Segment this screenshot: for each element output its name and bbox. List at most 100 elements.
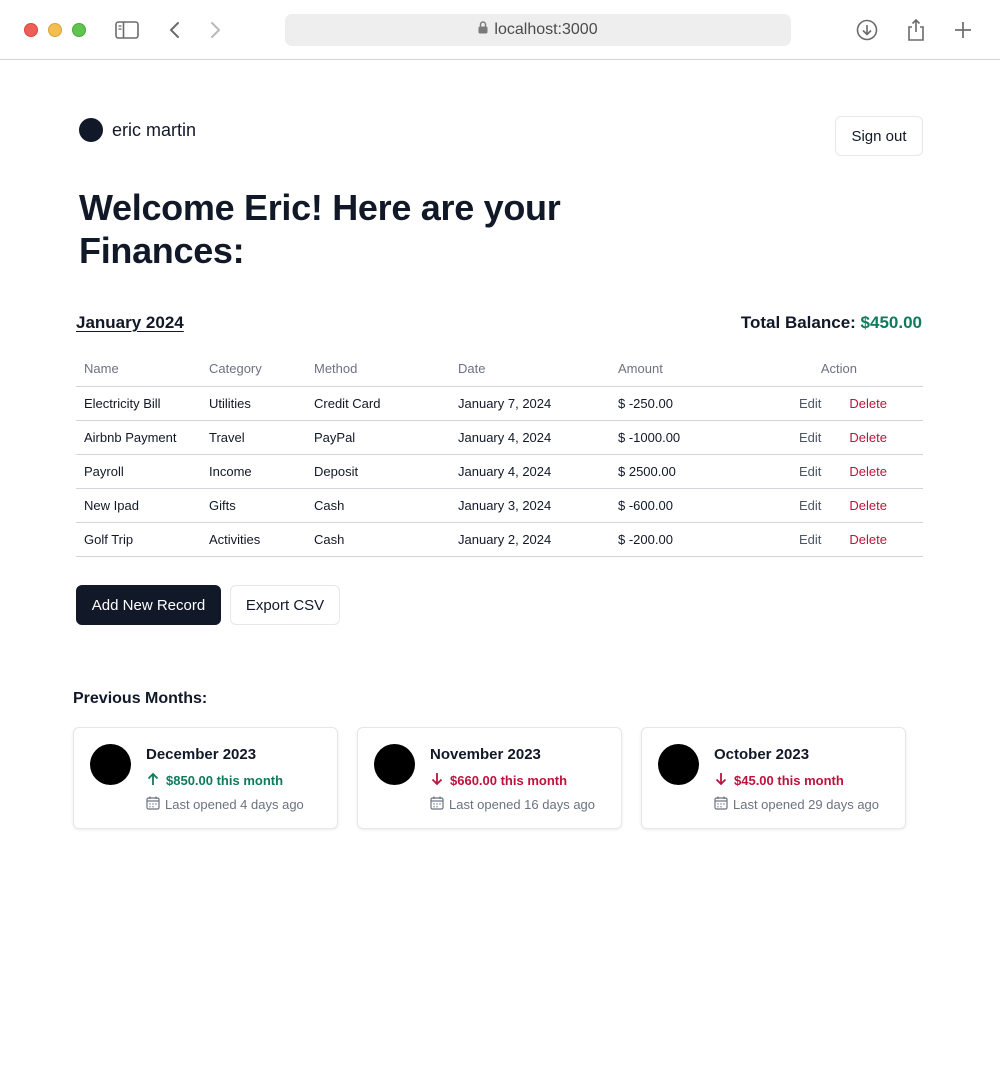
month-card-last-opened-text: Last opened 4 days ago [165, 797, 304, 812]
share-icon[interactable] [904, 18, 928, 42]
user-name: eric martin [112, 119, 197, 140]
month-card-title: December 2023 [146, 746, 257, 763]
cell-date: January 4, 2024 [450, 420, 610, 455]
cell-name: Golf Trip [76, 522, 201, 557]
table-row: Payroll Income Deposit January 4, 2024 $… [76, 454, 923, 489]
delete-link[interactable]: Delete [835, 386, 923, 421]
previous-months-title: Previous Months: [73, 690, 208, 707]
column-header-amount: Amount [610, 352, 760, 387]
month-card-last-opened-text: Last opened 29 days ago [733, 797, 880, 812]
page-title: Welcome Eric! Here are your Finances: [79, 187, 561, 271]
cell-category: Gifts [201, 488, 306, 523]
add-new-record-button[interactable]: Add New Record [76, 585, 221, 625]
month-card-avatar [658, 744, 699, 785]
cell-category: Income [201, 454, 306, 489]
address-bar[interactable]: localhost:3000 [285, 14, 791, 46]
cell-amount: $ 2500.00 [610, 454, 760, 489]
month-card-avatar [90, 744, 131, 785]
cell-amount: $ -1000.00 [610, 420, 760, 455]
month-card-change-text: $850.00 this month [166, 773, 284, 788]
calendar-icon [430, 796, 444, 813]
edit-link[interactable]: Edit [760, 488, 836, 523]
cell-method: Deposit [306, 454, 450, 489]
cell-date: January 4, 2024 [450, 454, 610, 489]
new-tab-plus-icon[interactable] [951, 18, 975, 42]
column-header-date: Date [450, 352, 610, 387]
cell-category: Utilities [201, 386, 306, 421]
avatar [79, 118, 103, 142]
month-card-change: $45.00 this month [714, 772, 844, 789]
delete-link[interactable]: Delete [835, 488, 923, 523]
export-csv-button[interactable]: Export CSV [230, 585, 340, 625]
month-card-avatar [374, 744, 415, 785]
cell-amount: $ -600.00 [610, 488, 760, 523]
delete-link[interactable]: Delete [835, 522, 923, 557]
current-month-title[interactable]: January 2024 [76, 313, 184, 333]
forward-arrow-icon[interactable] [203, 18, 227, 42]
sidebar-toggle-icon[interactable] [115, 18, 139, 42]
total-balance: Total Balance: $450.00 [741, 313, 922, 333]
cell-method: Cash [306, 522, 450, 557]
table-row: Airbnb Payment Travel PayPal January 4, … [76, 420, 923, 455]
month-card[interactable]: October 2023 $45.00 this month Last open… [641, 727, 906, 829]
edit-link[interactable]: Edit [760, 522, 836, 557]
cell-name: Electricity Bill [76, 386, 201, 421]
arrow-down-icon [714, 772, 728, 789]
previous-months-list: December 2023 $850.00 this month Last op… [73, 727, 906, 829]
month-card-change-text: $45.00 this month [734, 773, 844, 788]
column-header-action: Action [760, 352, 923, 387]
cell-name: New Ipad [76, 488, 201, 523]
month-card-title: November 2023 [430, 746, 541, 763]
cell-method: PayPal [306, 420, 450, 455]
edit-link[interactable]: Edit [760, 420, 836, 455]
cell-method: Credit Card [306, 386, 450, 421]
month-card[interactable]: November 2023 $660.00 this month Last op… [357, 727, 622, 829]
total-balance-value: $450.00 [860, 313, 922, 332]
month-card-title: October 2023 [714, 746, 810, 763]
month-card-last-opened: Last opened 29 days ago [714, 796, 879, 813]
calendar-icon [714, 796, 728, 813]
zoom-window-button[interactable] [72, 23, 86, 37]
arrow-up-icon [146, 772, 160, 789]
month-card-last-opened: Last opened 16 days ago [430, 796, 595, 813]
month-card-change: $660.00 this month [430, 772, 567, 789]
user-profile: eric martin [79, 118, 196, 142]
month-card-last-opened-text: Last opened 16 days ago [449, 797, 596, 812]
month-card-last-opened: Last opened 4 days ago [146, 796, 304, 813]
browser-toolbar: localhost:3000 [0, 0, 1000, 60]
delete-link[interactable]: Delete [835, 454, 923, 489]
edit-link[interactable]: Edit [760, 386, 836, 421]
cell-category: Activities [201, 522, 306, 557]
arrow-down-icon [430, 772, 444, 789]
table-row: Electricity Bill Utilities Credit Card J… [76, 386, 923, 421]
cell-amount: $ -200.00 [610, 522, 760, 557]
table-header-row: Name Category Method Date Amount Action [76, 352, 923, 387]
column-header-name: Name [76, 352, 201, 387]
download-icon[interactable] [855, 18, 879, 42]
close-window-button[interactable] [24, 23, 38, 37]
table-row: New Ipad Gifts Cash January 3, 2024 $ -6… [76, 488, 923, 523]
total-balance-label: Total Balance: [740, 313, 856, 332]
url-text: localhost:3000 [494, 21, 598, 38]
cell-category: Travel [201, 420, 306, 455]
cell-date: January 2, 2024 [450, 522, 610, 557]
column-header-category: Category [201, 352, 306, 387]
calendar-icon [146, 796, 160, 813]
minimize-window-button[interactable] [48, 23, 62, 37]
month-card-change-text: $660.00 this month [450, 773, 568, 788]
month-card-change: $850.00 this month [146, 772, 283, 789]
month-card[interactable]: December 2023 $850.00 this month Last op… [73, 727, 338, 829]
edit-link[interactable]: Edit [760, 454, 836, 489]
back-arrow-icon[interactable] [163, 18, 187, 42]
cell-date: January 3, 2024 [450, 488, 610, 523]
cell-date: January 7, 2024 [450, 386, 610, 421]
sign-out-button[interactable]: Sign out [835, 116, 923, 156]
cell-amount: $ -250.00 [610, 386, 760, 421]
delete-link[interactable]: Delete [835, 420, 923, 455]
cell-name: Airbnb Payment [76, 420, 201, 455]
column-header-method: Method [306, 352, 450, 387]
cell-method: Cash [306, 488, 450, 523]
cell-name: Payroll [76, 454, 201, 489]
records-table: Name Category Method Date Amount Action … [76, 352, 923, 557]
lock-icon [478, 21, 488, 39]
